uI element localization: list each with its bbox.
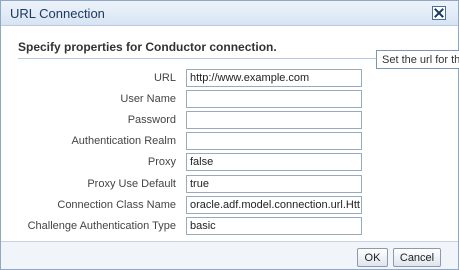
close-icon — [434, 8, 444, 18]
password-label: Password — [127, 114, 176, 126]
user-name-label: User Name — [120, 93, 176, 105]
authentication-realm-label: Authentication Realm — [71, 135, 176, 147]
password-input[interactable] — [186, 111, 362, 129]
field-row-password: Password — [1, 111, 459, 129]
url-input[interactable]: http://www.example.com — [186, 69, 362, 87]
dialog-title: URL Connection — [10, 6, 105, 21]
connection-class-name-input[interactable]: oracle.adf.model.connection.url.Htt — [186, 196, 362, 214]
field-row-proxy-use-default: Proxy Use Default true — [1, 175, 459, 193]
url-tooltip: Set the url for th — [376, 50, 459, 69]
proxy-use-default-label: Proxy Use Default — [87, 178, 176, 190]
dialog-titlebar[interactable]: URL Connection — [1, 1, 458, 26]
proxy-use-default-input[interactable]: true — [186, 175, 362, 193]
url-label: URL — [153, 72, 176, 84]
dialog-footer — [1, 242, 458, 269]
field-row-proxy: Proxy false — [1, 153, 459, 171]
challenge-authentication-type-label: Challenge Authentication Type — [27, 220, 176, 232]
proxy-input[interactable]: false — [186, 153, 362, 171]
url-connection-dialog: URL Connection Specify properties for Co… — [0, 0, 459, 270]
section-heading: Specify properties for Conductor connect… — [18, 40, 277, 54]
cancel-button[interactable]: Cancel — [393, 248, 441, 267]
authentication-realm-input[interactable] — [186, 132, 362, 150]
challenge-authentication-type-input[interactable]: basic — [186, 217, 362, 235]
user-name-input[interactable] — [186, 90, 362, 108]
field-row-user-name: User Name — [1, 90, 459, 108]
proxy-label: Proxy — [147, 156, 176, 168]
close-button[interactable] — [432, 6, 446, 20]
field-row-challenge-authentication-type: Challenge Authentication Type basic — [1, 217, 459, 235]
field-row-url: URL http://www.example.com — [1, 69, 459, 87]
field-row-connection-class-name: Connection Class Name oracle.adf.model.c… — [1, 196, 459, 214]
ok-button[interactable]: OK — [357, 248, 388, 267]
field-row-authentication-realm: Authentication Realm — [1, 132, 459, 150]
connection-class-name-label: Connection Class Name — [57, 199, 176, 211]
